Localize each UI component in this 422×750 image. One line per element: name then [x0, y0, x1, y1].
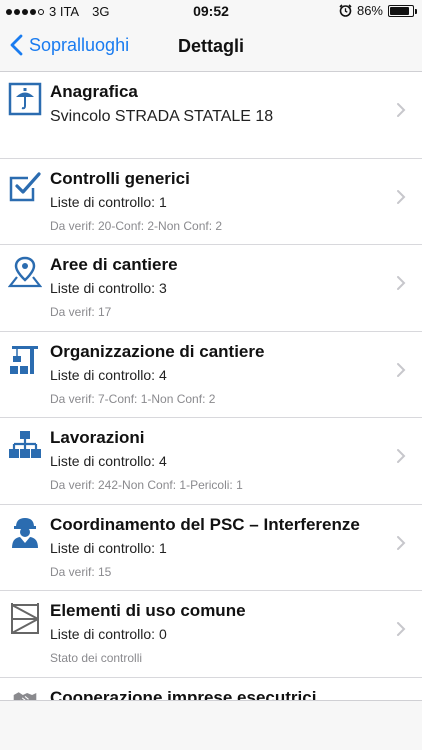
chevron-left-icon — [10, 34, 23, 56]
status-right: 86% — [339, 3, 417, 18]
back-button[interactable]: Sopralluoghi — [10, 34, 129, 56]
battery-percent: 86% — [356, 3, 383, 18]
list-item-detail: Da verif: 20-Conf: 2-Non Conf: 2 — [50, 218, 223, 233]
list-item-title: Organizzazione di cantiere — [50, 341, 265, 361]
list-item-title: Controlli generici — [50, 168, 190, 188]
hierarchy-icon — [9, 431, 41, 458]
chevron-right-icon — [397, 276, 406, 290]
worker-icon — [12, 517, 38, 548]
list-item-subtitle: Svincolo STRADA STATALE 18 — [50, 108, 274, 125]
chevron-right-icon — [397, 449, 406, 463]
list-item-text: Elementi di uso comune Liste di controll… — [50, 601, 392, 666]
list-item-detail: Stato dei controlli — [50, 651, 143, 665]
list-item-subtitle: Liste di controllo: 1 — [50, 193, 167, 210]
umbrella-document-icon — [8, 82, 42, 116]
map-pin-icon — [8, 256, 42, 288]
battery-icon — [388, 4, 417, 17]
list-item-text: Anagrafica Svincolo STRADA STATALE 18 — [50, 82, 392, 126]
list-item-text: Lavorazioni Liste di controllo: 4 Da ver… — [50, 428, 392, 493]
list-item-title: Elementi di uso comune — [50, 601, 246, 620]
list-item-detail: Da verif: 17 — [50, 305, 112, 319]
battery-fill — [390, 6, 409, 15]
checkbox-icon — [9, 171, 41, 201]
list-item-anagrafica[interactable]: Anagrafica Svincolo STRADA STATALE 18 — [0, 72, 422, 159]
chevron-right-icon — [397, 535, 406, 550]
chevron-right-icon — [397, 622, 406, 636]
list-item-subtitle: Liste di controllo: 4 — [50, 453, 167, 469]
list-item-detail: Da verif: 242-Non Conf: 1-Pericoli: 1 — [50, 478, 243, 492]
bottom-toolbar — [0, 700, 422, 750]
list-item-text: Coordinamento del PSC – Interferenze Lis… — [50, 515, 392, 580]
list-item-title: Lavorazioni — [50, 428, 145, 447]
list-item-controlli-generici[interactable]: Controlli generici Liste di controllo: 1… — [0, 159, 422, 245]
chevron-right-icon — [397, 103, 406, 117]
list-item-title: Anagrafica — [50, 82, 138, 101]
list-item-title: Coordinamento del PSC – Interferenze — [50, 514, 360, 534]
status-bar: 3 ITA 3G 09:52 86% — [0, 0, 422, 22]
alarm-clock-icon — [339, 4, 352, 17]
list-item-text: Controlli generici Liste di controllo: 1… — [50, 169, 392, 234]
navigation-bar: Sopralluoghi Dettagli — [0, 22, 422, 72]
list-item-title: Aree di cantiere — [50, 255, 178, 274]
details-list: Anagrafica Svincolo STRADA STATALE 18 Co… — [0, 72, 422, 718]
list-item-elementi-uso-comune[interactable]: Elementi di uso comune Liste di controll… — [0, 591, 422, 678]
list-item-text: Aree di cantiere Liste di controllo: 3 D… — [50, 255, 392, 320]
crane-icon — [10, 345, 38, 374]
list-item-subtitle: Liste di controllo: 4 — [50, 366, 167, 383]
chevron-right-icon — [397, 189, 406, 204]
list-item-subtitle: Liste di controllo: 1 — [50, 539, 167, 556]
list-item-detail: Da verif: 15 — [50, 564, 112, 579]
scaffold-icon — [11, 603, 39, 634]
list-item-aree-di-cantiere[interactable]: Aree di cantiere Liste di controllo: 3 D… — [0, 245, 422, 332]
list-item-text: Organizzazione di cantiere Liste di cont… — [50, 342, 392, 407]
back-button-label: Sopralluoghi — [29, 34, 130, 55]
list-item-subtitle: Liste di controllo: 3 — [50, 280, 167, 296]
list-item-lavorazioni[interactable]: Lavorazioni Liste di controllo: 4 Da ver… — [0, 418, 422, 505]
chevron-right-icon — [397, 362, 406, 377]
list-item-detail: Da verif: 7-Conf: 1-Non Conf: 2 — [50, 391, 216, 406]
list-item-subtitle: Liste di controllo: 0 — [50, 626, 167, 642]
list-item-organizzazione-di-cantiere[interactable]: Organizzazione di cantiere Liste di cont… — [0, 332, 422, 418]
list-item-coordinamento-psc[interactable]: Coordinamento del PSC – Interferenze Lis… — [0, 505, 422, 591]
